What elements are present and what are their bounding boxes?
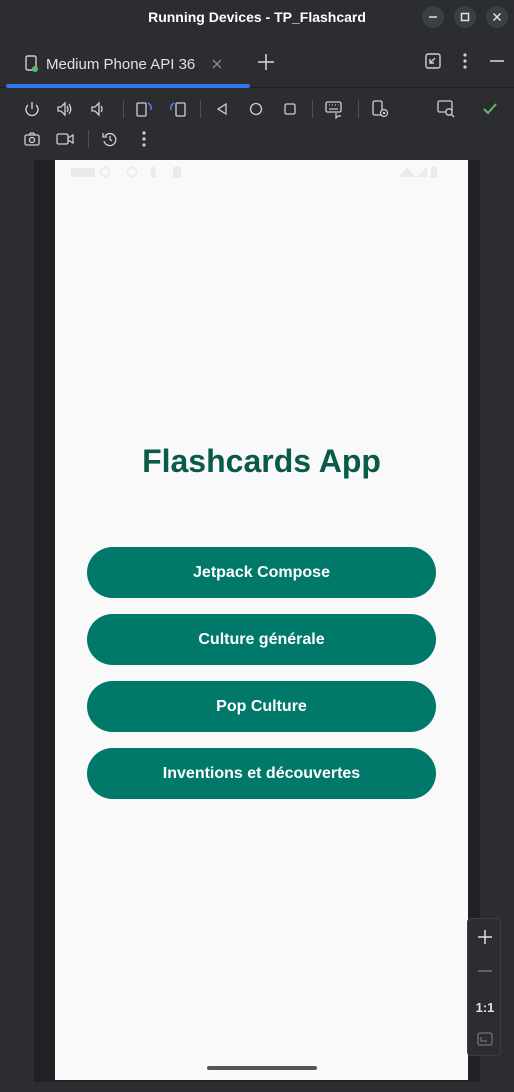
keyboard-icon — [325, 101, 342, 119]
more-actions-button[interactable] — [134, 129, 154, 149]
close-tab-icon[interactable] — [211, 58, 223, 70]
inventions-decouvertes-button[interactable]: Inventions et découvertes — [87, 748, 436, 799]
check-icon — [483, 103, 497, 115]
app-title: Flashcards App — [142, 443, 381, 479]
toolbar-separator — [358, 100, 359, 118]
screenshot-button[interactable] — [22, 129, 42, 149]
power-icon — [25, 102, 39, 117]
volume-up-button[interactable] — [55, 99, 75, 119]
screen-inspect-icon — [437, 100, 455, 118]
zoom-in-icon — [478, 930, 492, 944]
home-icon — [249, 102, 263, 116]
video-icon — [56, 133, 74, 145]
restore-window-icon[interactable] — [424, 52, 442, 70]
toolbar-separator — [123, 100, 124, 118]
emulator-toolbar-secondary — [0, 122, 514, 156]
close-icon — [492, 12, 502, 22]
maximize-icon — [460, 12, 470, 22]
window-title: Running Devices - TP_Flashcard — [148, 9, 366, 25]
snapshot-button[interactable] — [100, 129, 120, 149]
zoom-in-button[interactable] — [468, 925, 502, 949]
overview-icon — [284, 103, 296, 115]
device-icon — [25, 55, 38, 72]
zoom-controls: 1:1 — [467, 918, 501, 1056]
running-devices-window: Running Devices - TP_Flashcard Medium Ph… — [0, 0, 514, 1092]
power-button[interactable] — [22, 99, 42, 119]
jetpack-compose-button[interactable]: Jetpack Compose — [87, 547, 436, 598]
rotate-left-button[interactable] — [134, 99, 154, 119]
zoom-fit-button[interactable] — [468, 1027, 502, 1051]
keyboard-button[interactable] — [324, 99, 344, 119]
emulator-toolbar-primary — [0, 92, 514, 126]
title-bar: Running Devices - TP_Flashcard — [0, 0, 514, 34]
minimize-button[interactable] — [422, 6, 444, 28]
rotate-right-button[interactable] — [168, 99, 188, 119]
apply-changes-button[interactable] — [480, 99, 500, 119]
toolbar-separator — [312, 100, 313, 118]
device-tab-bar: Medium Phone API 36 — [0, 40, 514, 88]
zoom-actual-size-button[interactable]: 1:1 — [468, 995, 502, 1019]
rotate-left-icon — [136, 102, 152, 117]
tab-actions — [424, 52, 506, 70]
plus-icon — [258, 54, 274, 70]
device-settings-button[interactable] — [370, 99, 390, 119]
volume-up-icon — [57, 101, 72, 117]
snapshot-icon — [102, 132, 117, 147]
zoom-out-icon — [478, 970, 492, 972]
home-button[interactable] — [246, 99, 266, 119]
zoom-ratio-label: 1:1 — [475, 999, 495, 1015]
hide-panel-icon[interactable] — [488, 52, 506, 70]
volume-down-icon — [91, 101, 103, 117]
device-settings-icon — [372, 100, 389, 118]
screen-inspect-button[interactable] — [436, 99, 456, 119]
status-icons — [71, 166, 437, 178]
record-button[interactable] — [55, 129, 75, 149]
volume-down-button[interactable] — [88, 99, 108, 119]
pop-culture-button[interactable]: Pop Culture — [87, 681, 436, 732]
device-screen[interactable]: Flashcards App Jetpack Compose Culture g… — [55, 160, 468, 1080]
tab-label: Medium Phone API 36 — [46, 55, 196, 73]
back-icon — [216, 102, 227, 116]
add-device-button[interactable] — [256, 52, 276, 72]
minimize-icon — [429, 16, 437, 18]
gesture-home-indicator[interactable] — [207, 1066, 317, 1070]
overview-button[interactable] — [280, 99, 300, 119]
zoom-out-button[interactable] — [468, 959, 502, 983]
active-tab-indicator — [6, 84, 250, 88]
more-icon — [142, 131, 146, 147]
android-status-bar — [55, 160, 468, 186]
rotate-right-icon — [170, 102, 186, 117]
culture-generale-button[interactable]: Culture générale — [87, 614, 436, 665]
more-options-icon[interactable] — [456, 52, 474, 70]
back-button[interactable] — [212, 99, 232, 119]
toolbar-separator — [200, 100, 201, 118]
close-window-button[interactable] — [486, 6, 508, 28]
tab-medium-phone[interactable]: Medium Phone API 36 — [6, 40, 250, 88]
maximize-button[interactable] — [454, 6, 476, 28]
toolbar-separator — [88, 130, 89, 148]
fit-screen-icon — [477, 1032, 493, 1046]
camera-icon — [24, 132, 40, 146]
window-controls — [422, 6, 508, 28]
